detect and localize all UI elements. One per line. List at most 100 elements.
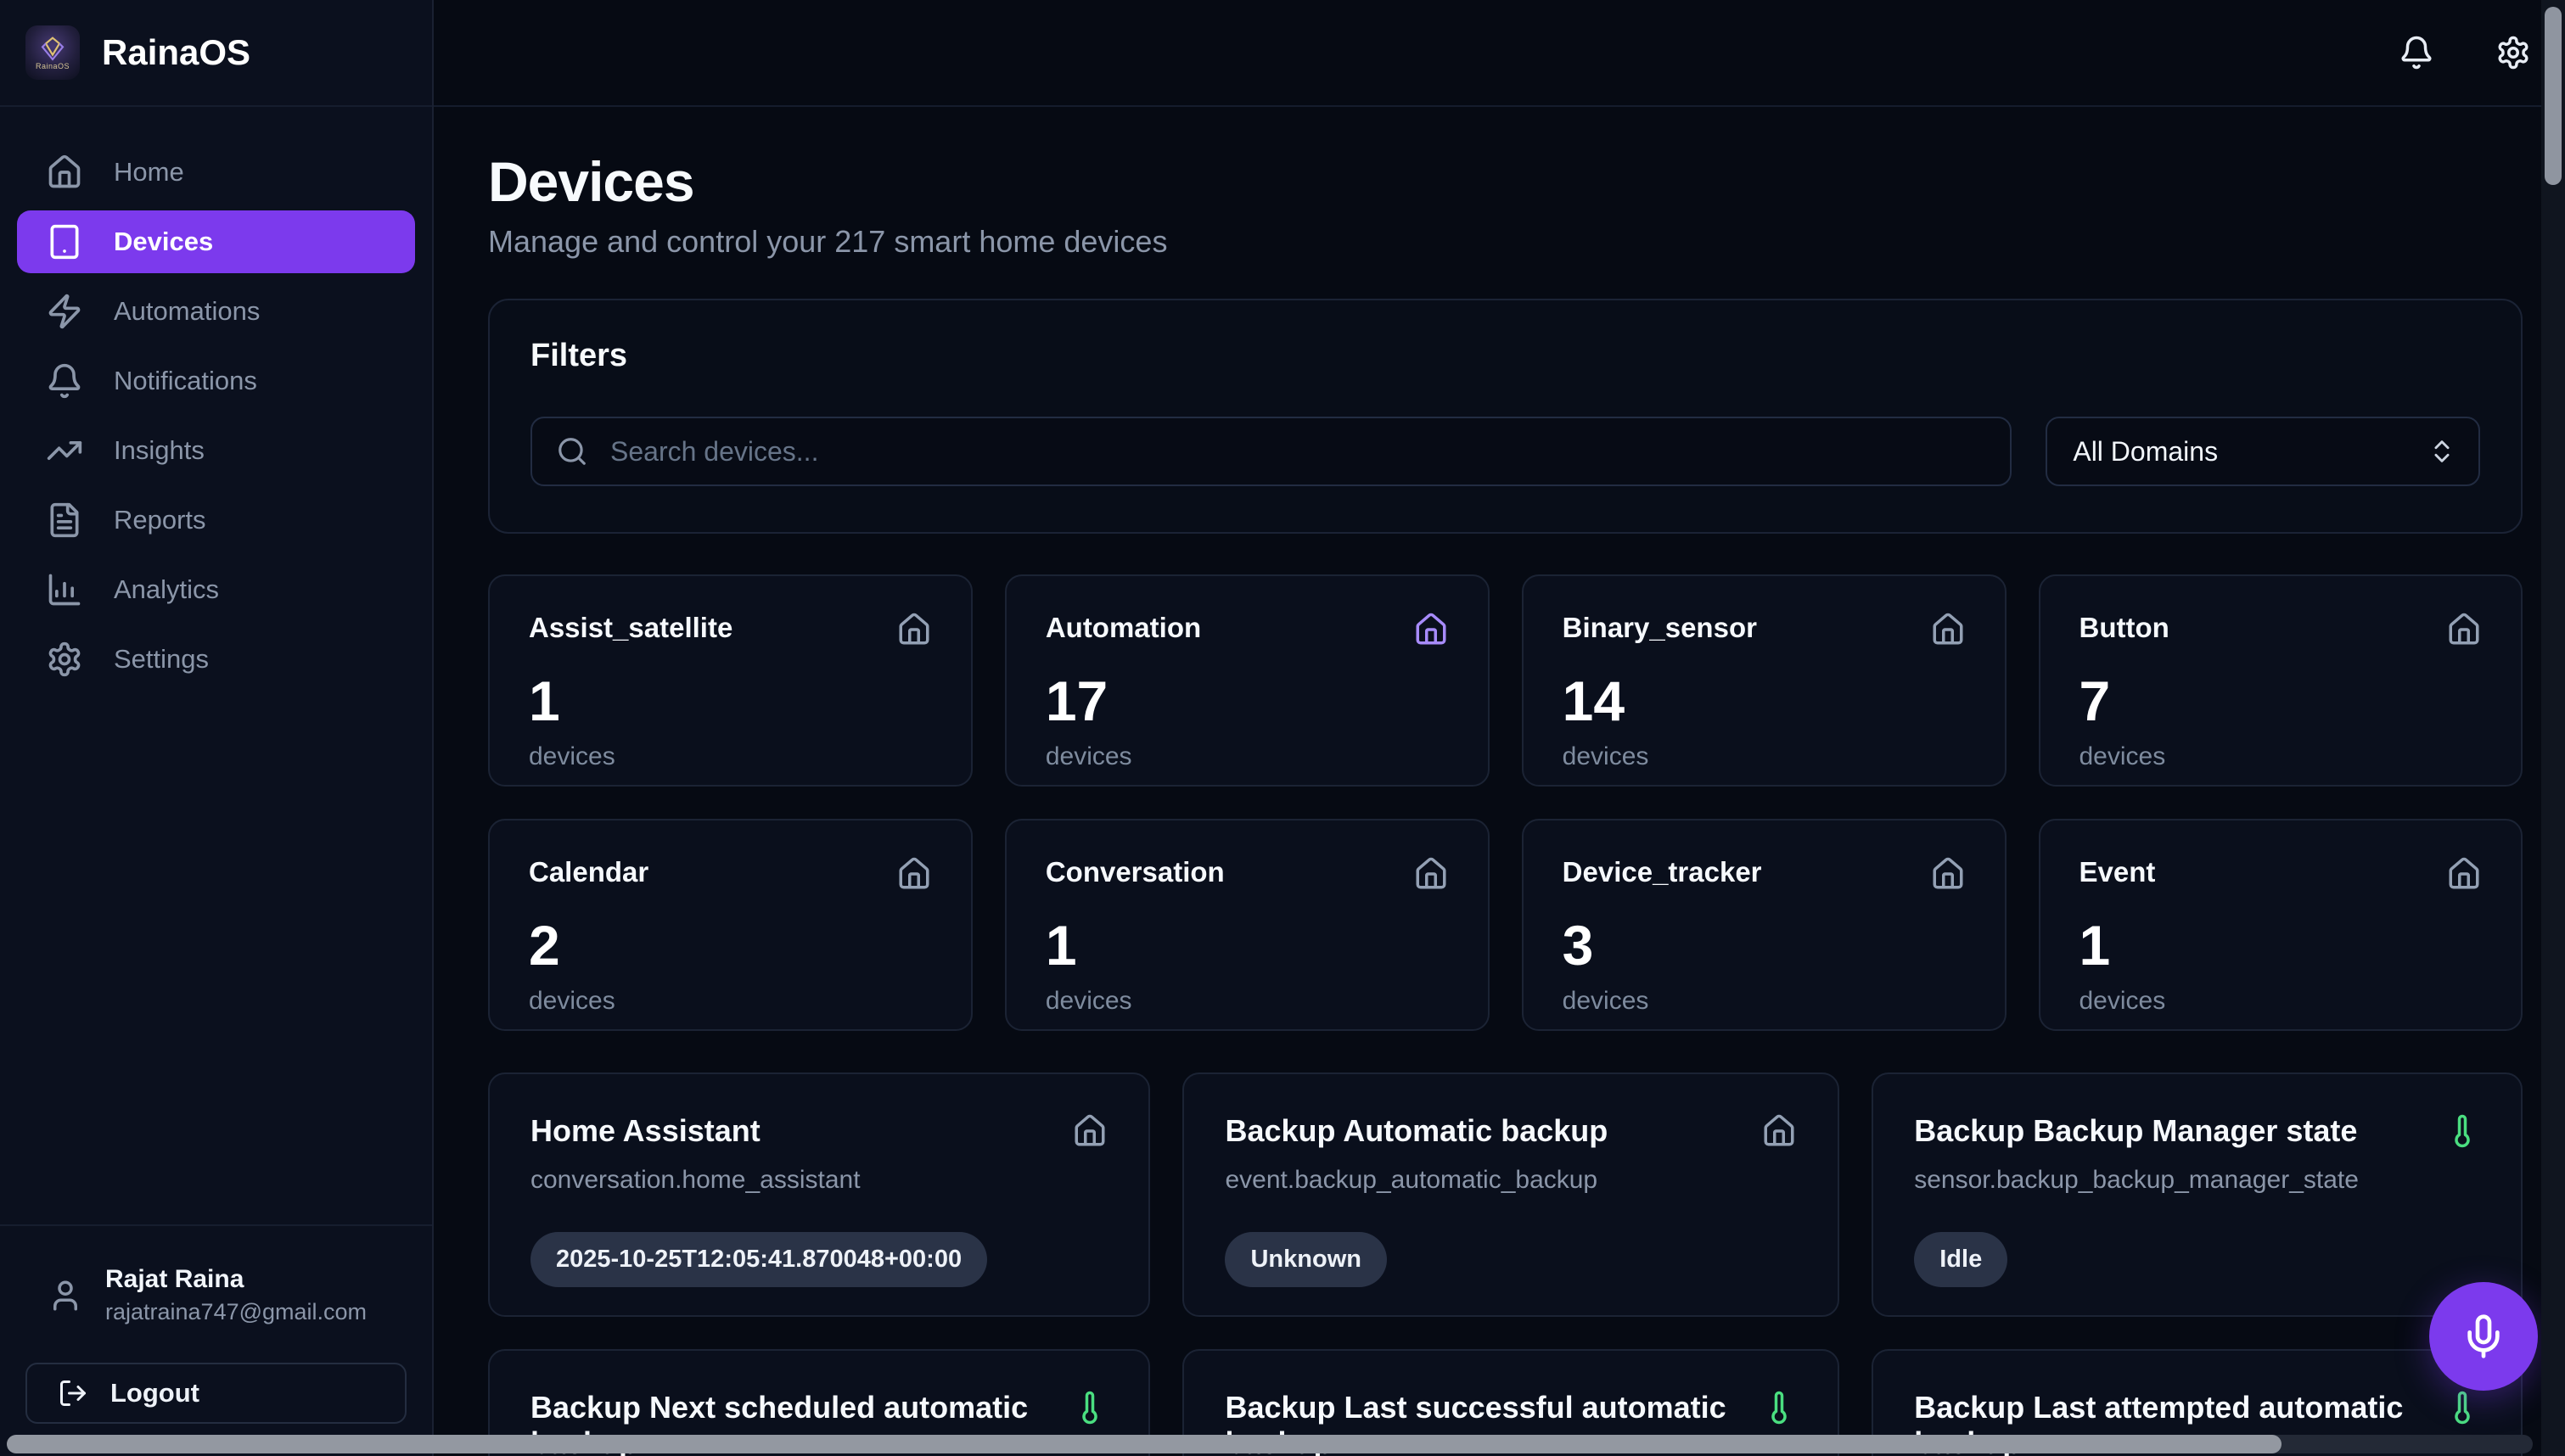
log-out-icon [58, 1378, 88, 1408]
thermometer-icon [1761, 1390, 1797, 1425]
main-area: Devices Manage and control your 217 smar… [434, 0, 2565, 1456]
notifications-button[interactable] [2399, 35, 2434, 70]
category-card[interactable]: Assist_satellite 1 devices [488, 574, 973, 787]
category-unit: devices [2080, 987, 2483, 1016]
sidebar-item-label: Devices [114, 227, 213, 257]
voice-assistant-fab[interactable] [2429, 1282, 2538, 1391]
filters-panel: Filters All Domains [488, 299, 2523, 534]
device-state-badge: Unknown [1225, 1232, 1387, 1287]
vertical-scrollbar-thumb[interactable] [2545, 7, 2562, 185]
search-input[interactable] [530, 417, 2012, 486]
device-name: Backup Backup Manager state [1914, 1113, 2357, 1149]
house-icon [896, 856, 932, 892]
category-card[interactable]: Device_tracker 3 devices [1522, 819, 2007, 1031]
logo-caption: RainaOS [36, 63, 70, 70]
logout-button[interactable]: Logout [25, 1363, 407, 1424]
horizontal-scrollbar-thumb[interactable] [7, 1435, 2282, 1453]
brand: RainaOS RainaOS [0, 0, 432, 107]
vertical-scrollbar-track [2541, 0, 2565, 1456]
settings-icon [2495, 35, 2531, 70]
house-icon [1930, 856, 1966, 892]
sidebar-item[interactable]: Settings [17, 628, 415, 691]
category-name: Device_tracker [1563, 856, 1762, 888]
tablet-icon [46, 223, 83, 260]
page-content: Devices Manage and control your 217 smar… [434, 107, 2565, 1456]
house-icon [1072, 1113, 1108, 1149]
device-entity-id: event.backup_automatic_backup [1225, 1166, 1797, 1195]
category-name: Conversation [1046, 856, 1225, 888]
logout-label: Logout [110, 1378, 199, 1408]
sidebar-item-label: Analytics [114, 574, 219, 605]
domain-selected-value: All Domains [2073, 436, 2218, 468]
user-name: Rajat Raina [105, 1265, 367, 1294]
sidebar-item[interactable]: Insights [17, 419, 415, 482]
category-card[interactable]: Binary_sensor 14 devices [1522, 574, 2007, 787]
user-email: rajatraina747@gmail.com [105, 1299, 367, 1325]
search-box [530, 417, 2012, 486]
zap-icon [46, 293, 83, 330]
thermometer-icon [2444, 1113, 2480, 1149]
bar-chart-icon [46, 571, 83, 608]
rainaos-logo-icon [37, 36, 68, 63]
device-card[interactable]: Backup Automatic backup event.backup_aut… [1182, 1072, 1839, 1317]
house-icon [1413, 612, 1449, 647]
house-icon [1930, 612, 1966, 647]
mic-icon [2460, 1313, 2507, 1360]
category-card[interactable]: Calendar 2 devices [488, 819, 973, 1031]
settings-button[interactable] [2495, 35, 2531, 70]
sidebar-item-label: Reports [114, 505, 206, 535]
category-name: Binary_sensor [1563, 612, 1757, 644]
sidebar-item-label: Settings [114, 644, 209, 675]
sidebar-item-label: Home [114, 157, 184, 188]
filters-title: Filters [530, 338, 2480, 374]
device-card[interactable]: Home Assistant conversation.home_assista… [488, 1072, 1150, 1317]
sidebar-item[interactable]: Reports [17, 489, 415, 552]
category-card[interactable]: Conversation 1 devices [1005, 819, 1490, 1031]
category-count: 1 [1046, 917, 1449, 973]
category-card[interactable]: Automation 17 devices [1005, 574, 1490, 787]
category-name: Button [2080, 612, 2169, 644]
category-card[interactable]: Button 7 devices [2039, 574, 2523, 787]
device-name: Backup Automatic backup [1225, 1113, 1608, 1149]
sidebar-item-label: Automations [114, 296, 260, 327]
sidebar-item-label: Insights [114, 435, 205, 466]
device-entity-id: sensor.backup_backup_manager_state [1914, 1166, 2480, 1195]
page-title: Devices [488, 149, 2523, 214]
user-icon [48, 1278, 83, 1313]
topbar [434, 0, 2565, 107]
app-root: RainaOS RainaOS Home Devices Automations [0, 0, 2565, 1456]
category-count: 17 [1046, 673, 1449, 729]
category-count: 1 [529, 673, 932, 729]
brand-name: RainaOS [102, 32, 250, 73]
category-count: 7 [2080, 673, 2483, 729]
user-row: Rajat Raina rajatraina747@gmail.com [25, 1265, 407, 1325]
device-name: Home Assistant [530, 1113, 761, 1149]
sidebar-nav: Home Devices Automations Notifications [0, 107, 432, 697]
device-card[interactable]: Backup Backup Manager state sensor.backu… [1872, 1072, 2523, 1317]
category-name: Event [2080, 856, 2156, 888]
house-icon [1761, 1113, 1797, 1149]
category-unit: devices [1046, 987, 1449, 1016]
thermometer-icon [1072, 1390, 1108, 1425]
category-count: 3 [1563, 917, 1966, 973]
sidebar-item[interactable]: Devices [17, 210, 415, 273]
sidebar-item[interactable]: Automations [17, 280, 415, 343]
category-unit: devices [2080, 742, 2483, 771]
device-state-badge: Idle [1914, 1232, 2007, 1287]
device-grid: Home Assistant conversation.home_assista… [488, 1072, 2523, 1456]
domain-filter-select[interactable]: All Domains [2046, 417, 2480, 486]
sidebar-item[interactable]: Analytics [17, 558, 415, 621]
category-unit: devices [1046, 742, 1449, 771]
house-icon [896, 612, 932, 647]
filter-row: All Domains [530, 417, 2480, 486]
sidebar-item[interactable]: Home [17, 141, 415, 204]
house-icon [2446, 612, 2482, 647]
category-card[interactable]: Event 1 devices [2039, 819, 2523, 1031]
sidebar: RainaOS RainaOS Home Devices Automations [0, 0, 434, 1456]
house-icon [1413, 856, 1449, 892]
category-count: 1 [2080, 917, 2483, 973]
sidebar-item-label: Notifications [114, 366, 257, 396]
sidebar-item[interactable]: Notifications [17, 350, 415, 412]
search-icon [556, 435, 588, 468]
trending-up-icon [46, 432, 83, 469]
